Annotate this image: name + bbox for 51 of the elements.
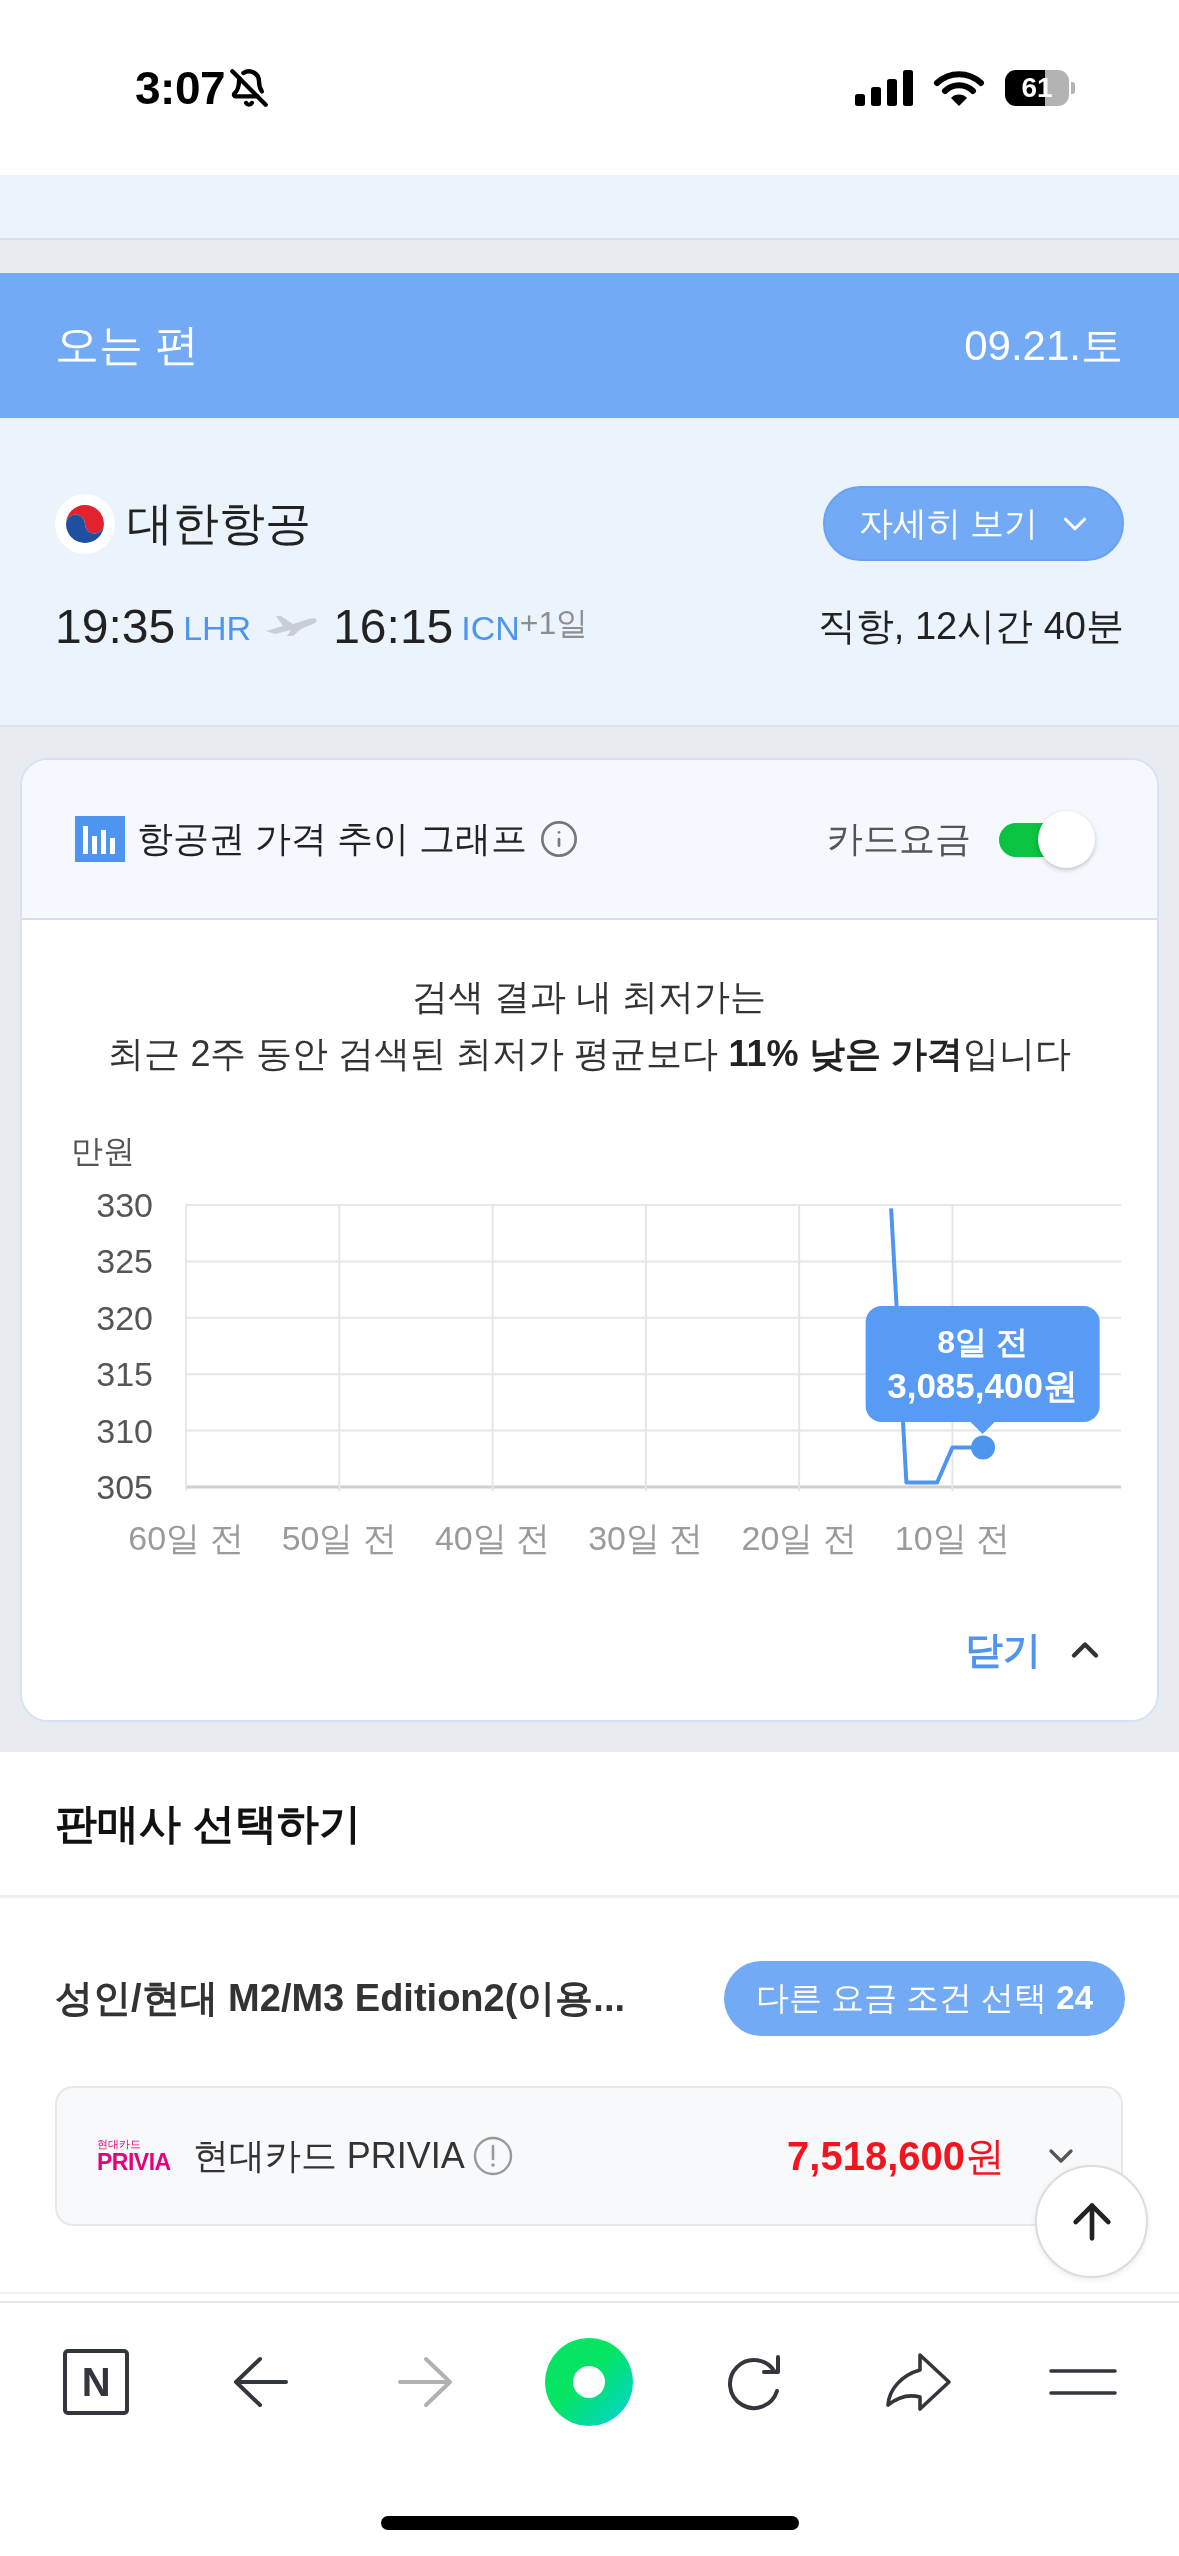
bar-chart-icon bbox=[75, 816, 125, 862]
details-button[interactable]: 자세히 보기 bbox=[822, 486, 1124, 561]
info-icon[interactable] bbox=[539, 819, 579, 859]
x-tick-label: 30일 전 bbox=[587, 1519, 703, 1557]
status-time: 3:07 bbox=[135, 60, 226, 115]
share-arrow-icon[interactable] bbox=[883, 2352, 954, 2412]
section-title: 판매사 선택하기 bbox=[0, 1752, 1179, 1898]
airline-name: 대한항공 bbox=[127, 495, 311, 551]
airplane-icon bbox=[265, 614, 320, 638]
x-tick-label: 50일 전 bbox=[281, 1519, 397, 1557]
y-axis-unit: 만원 bbox=[70, 1133, 135, 1169]
card-fare-toggle[interactable] bbox=[999, 810, 1095, 868]
flight-date: 09.21.토 bbox=[964, 320, 1123, 371]
arrival-airport: ICN bbox=[461, 608, 520, 648]
home-button[interactable]: N bbox=[63, 2349, 130, 2415]
menu-icon[interactable] bbox=[1048, 2369, 1117, 2395]
seller-logo: 현대카드 PRIVIA bbox=[97, 2138, 171, 2174]
airline-logo bbox=[55, 493, 115, 554]
exclamation-icon[interactable] bbox=[472, 2136, 513, 2176]
y-tick-label: 325 bbox=[95, 1242, 153, 1281]
summary-message: 검색 결과 내 최저가는 bbox=[412, 975, 767, 1019]
card-title: 항공권 가격 추이 그래프 bbox=[137, 816, 527, 861]
card-fare-label: 카드요금 bbox=[827, 816, 971, 861]
wifi-icon bbox=[933, 68, 985, 107]
summary-message: 최근 2주 동안 검색된 최저가 평균보다 11% 낮은 가격입니다 bbox=[108, 1032, 1071, 1076]
y-tick-label: 305 bbox=[95, 1468, 153, 1506]
other-fares-button[interactable]: 다른 요금 조건 선택 24 bbox=[723, 1961, 1125, 2036]
fare-condition: 성인/현대 M2/M3 Edition2(이용... bbox=[55, 1976, 626, 2021]
y-tick-label: 315 bbox=[95, 1355, 153, 1394]
arrival-time: 16:15 bbox=[333, 598, 454, 654]
y-tick-label: 310 bbox=[95, 1411, 153, 1450]
y-tick-label: 330 bbox=[95, 1186, 153, 1224]
day-offset: +1일 bbox=[519, 603, 589, 643]
flight-summary: 직항, 12시간 40분 bbox=[817, 603, 1124, 649]
bell-slash-icon bbox=[229, 67, 270, 108]
seller-price: 7,518,600원 bbox=[787, 2132, 1005, 2180]
y-tick-label: 320 bbox=[95, 1298, 153, 1337]
x-tick-label: 20일 전 bbox=[741, 1519, 857, 1557]
x-tick-label: 60일 전 bbox=[127, 1519, 244, 1557]
signal-icon bbox=[855, 69, 913, 106]
departure-time: 19:35 bbox=[55, 598, 176, 654]
section-heading: 오는 편 bbox=[55, 319, 200, 371]
tooltip-price: 3,085,400원 bbox=[887, 1364, 1078, 1407]
departure-airport: LHR bbox=[183, 608, 252, 648]
close-chart-button[interactable]: 닫기 bbox=[965, 1610, 1107, 1690]
selected-point-marker bbox=[970, 1435, 995, 1460]
tooltip-date: 8일 전 bbox=[937, 1322, 1028, 1362]
x-tick-label: 10일 전 bbox=[894, 1519, 1010, 1557]
back-arrow-icon[interactable] bbox=[232, 2356, 289, 2408]
x-tick-label: 40일 전 bbox=[434, 1519, 550, 1557]
seller-name: 현대카드 PRIVIA bbox=[192, 2133, 465, 2178]
